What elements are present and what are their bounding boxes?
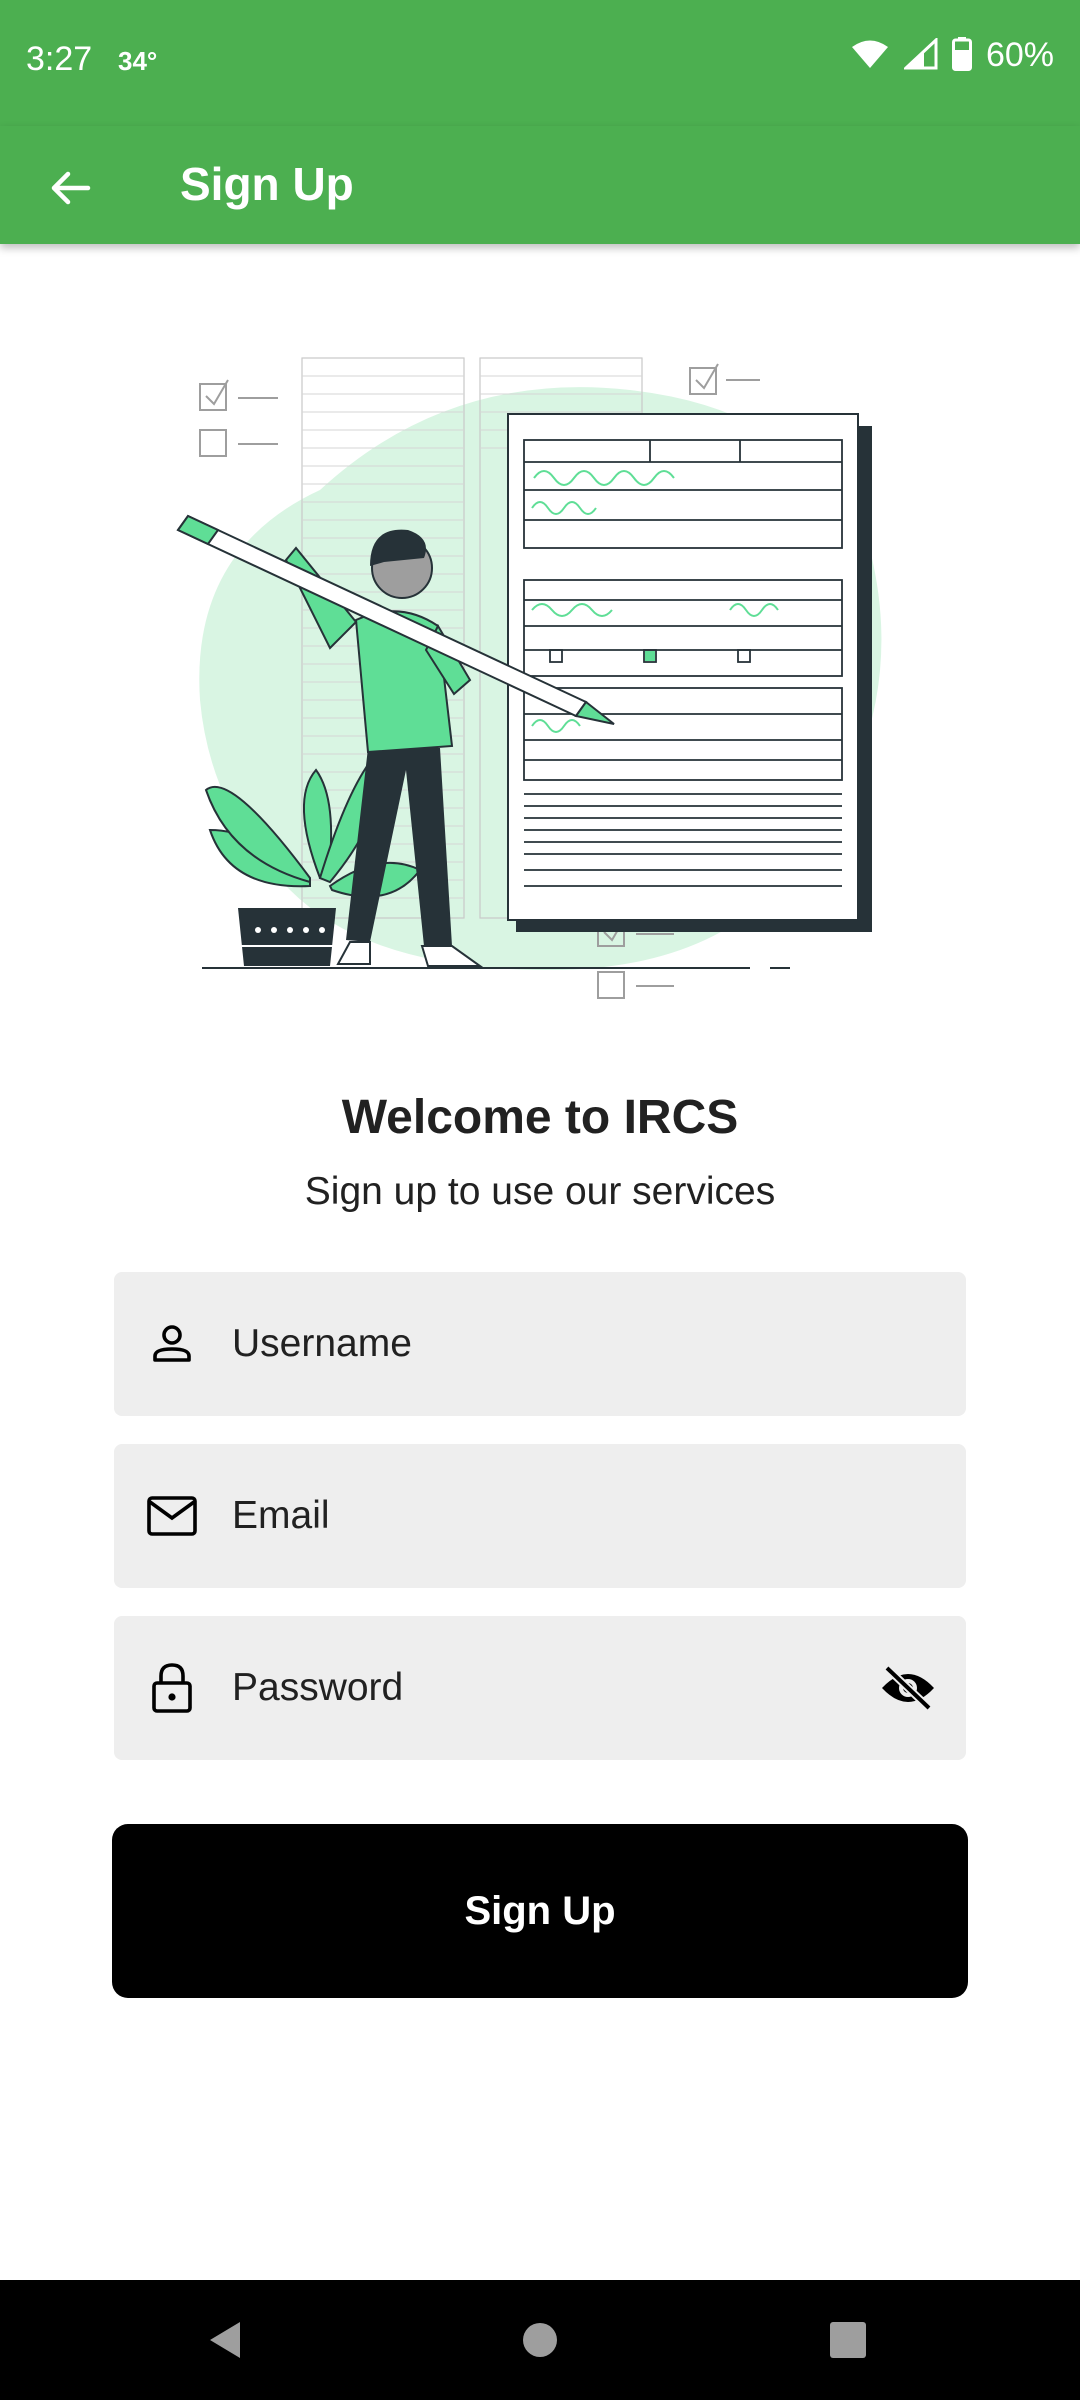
lock-icon [144,1660,200,1716]
nav-back-button[interactable] [196,2310,256,2370]
email-input[interactable] [232,1444,872,1588]
mail-icon [144,1488,200,1544]
page-title: Sign Up [180,158,354,210]
battery-icon [951,36,972,75]
system-nav-bar [0,2280,1080,2400]
status-icons: 60% [850,36,1054,75]
wifi-icon [850,38,890,74]
signup-illustration [176,357,882,999]
app-bar: Sign Up [0,126,1080,244]
password-input[interactable] [232,1616,872,1760]
nav-home-button[interactable] [510,2310,570,2370]
status-time: 3:27 [26,40,93,78]
status-temperature: 34° [118,46,158,76]
sign-up-button[interactable]: Sign Up [112,1824,968,1998]
nav-home-icon [523,2323,557,2357]
status-bar: 3:27 34° 60% [0,0,1080,126]
password-field[interactable] [114,1616,966,1760]
username-field[interactable] [114,1272,966,1416]
signal-icon [902,36,938,74]
nav-recents-button[interactable] [818,2310,878,2370]
nav-recents-icon [830,2322,866,2358]
welcome-title: Welcome to IRCS [341,1091,739,1144]
back-button[interactable] [30,148,110,228]
nav-back-icon [210,2322,240,2358]
battery-percentage: 60% [985,36,1054,74]
welcome-subtitle: Sign up to use our services [304,1170,776,1213]
person-icon [144,1316,200,1372]
email-field[interactable] [114,1444,966,1588]
visibility-off-icon[interactable] [876,1656,940,1720]
arrow-back-icon [51,171,91,205]
username-input[interactable] [232,1272,872,1416]
